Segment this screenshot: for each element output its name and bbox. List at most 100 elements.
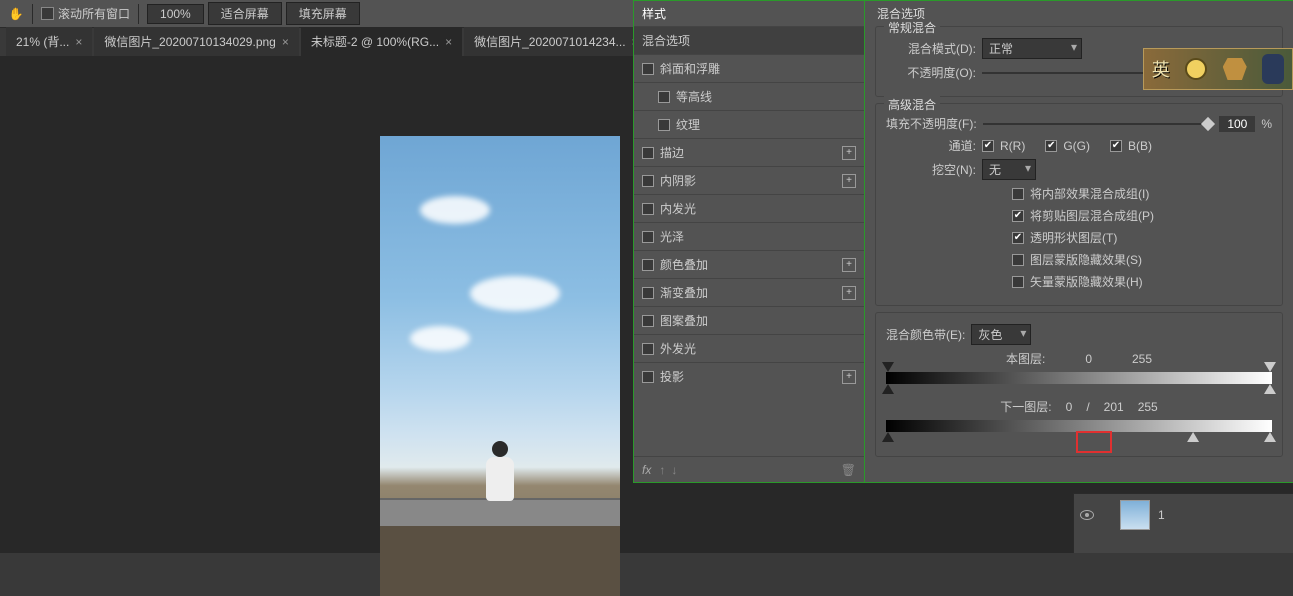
fill-opacity-label: 填充不透明度(F): [886,115,977,132]
layer-thumbnail[interactable] [1120,500,1150,530]
channel-b-checkbox[interactable] [1110,140,1122,152]
opt3-checkbox[interactable] [1012,232,1024,244]
advanced-blend-group: 高级混合 填充不透明度(F): 100 % 通道: R(R) G(G) B(B)… [875,103,1283,306]
style-bevel[interactable]: 斜面和浮雕 [634,54,864,82]
style-outer-glow[interactable]: 外发光 [634,334,864,362]
tab-label: 21% (背... [16,33,69,50]
document-image [380,136,620,596]
slash: / [1086,400,1089,414]
slider-stop[interactable] [882,432,894,442]
under-layer-label: 下一图层: [1000,398,1051,415]
style-blending-options[interactable]: 混合选项 [634,26,864,54]
visibility-icon[interactable] [1080,510,1094,520]
style-label: 描边 [660,144,684,161]
fill-opacity-slider[interactable] [983,117,1214,131]
style-gradient-overlay[interactable]: 渐变叠加+ [634,278,864,306]
zoom-level-button[interactable]: 100% [147,4,204,24]
style-label: 等高线 [676,88,712,105]
opt5-checkbox[interactable] [1012,276,1024,288]
styles-footer: fx ↑ ↓ 🗑 [634,456,864,482]
shirt-icon [1223,58,1247,80]
scroll-all-checkbox[interactable] [41,7,54,20]
blend-mode-label: 混合模式(D): [886,40,976,57]
arrow-down-icon[interactable]: ↓ [671,463,677,477]
close-icon[interactable]: × [282,35,289,49]
knockout-label: 挖空(N): [886,161,976,178]
style-label: 内发光 [660,200,696,217]
trash-icon[interactable]: 🗑 [841,463,856,477]
opt-label: 矢量蒙版隐藏效果(H) [1030,273,1143,290]
blend-if-label: 混合颜色带(E): [886,326,965,343]
tab-0[interactable]: 21% (背... × [6,27,92,56]
add-icon[interactable]: + [842,286,856,300]
overlay-text: 英 [1152,56,1170,82]
add-icon[interactable]: + [842,258,856,272]
style-inner-shadow[interactable]: 内阴影 + [634,166,864,194]
slider-stop-split[interactable] [1187,432,1199,442]
style-drop-shadow[interactable]: 投影 + [634,362,864,390]
slider-stop[interactable] [1264,432,1276,442]
fill-opacity-input[interactable]: 100 [1219,116,1255,132]
this-layer-gradient[interactable] [886,372,1272,384]
arrow-up-icon[interactable]: ↑ [659,463,665,477]
add-icon[interactable]: + [842,146,856,160]
layer-style-list: 样式 混合选项 斜面和浮雕 等高线 纹理 描边 + 内阴影 + 内发光 光泽 颜色叠… [633,0,865,483]
hand-icon[interactable]: ✋ [8,6,24,22]
moon-icon [1185,58,1207,80]
tab-1[interactable]: 微信图片_20200710134029.png × [94,27,298,56]
fx-icon[interactable]: fx [642,463,651,477]
opt4-checkbox[interactable] [1012,254,1024,266]
layer-row[interactable]: 1 [1074,494,1293,536]
slider-stop[interactable] [882,384,894,394]
style-contour[interactable]: 等高线 [634,82,864,110]
layer-name[interactable]: 1 [1158,508,1165,522]
tab-label: 微信图片_2020071014234... [474,33,625,50]
blend-mode-select[interactable]: 正常 [982,38,1082,59]
tab-2[interactable]: 未标题-2 @ 100%(RG... × [301,27,462,56]
style-label: 颜色叠加 [660,256,708,273]
style-stroke[interactable]: 描边 + [634,138,864,166]
opt-label: 将内部效果混合成组(I) [1030,185,1149,202]
this-max-value: 255 [1132,352,1152,366]
opt2-checkbox[interactable] [1012,210,1024,222]
style-label: 混合选项 [642,32,690,49]
character-icon [1262,54,1284,84]
slider-stop[interactable] [1264,362,1276,372]
knockout-select[interactable]: 无 [982,159,1036,180]
close-icon[interactable]: × [75,35,82,49]
tab-label: 未标题-2 @ 100%(RG... [311,33,439,50]
slider-stop[interactable] [882,362,894,372]
opt-label: 透明形状图层(T) [1030,229,1117,246]
under-mid-value: 201 [1104,400,1124,414]
scroll-all-label: 滚动所有窗口 [58,5,130,22]
opacity-label: 不透明度(O): [886,64,976,81]
opt-label: 将剪贴图层混合成组(P) [1030,207,1154,224]
under-min-value: 0 [1066,400,1073,414]
channels-label: 通道: [886,137,976,154]
style-pattern-overlay[interactable]: 图案叠加 [634,306,864,334]
add-icon[interactable]: + [842,174,856,188]
styles-header: 样式 [634,1,864,26]
tab-label: 微信图片_20200710134029.png [104,33,275,50]
slider-stop[interactable] [1264,384,1276,394]
style-label: 图案叠加 [660,312,708,329]
style-satin[interactable]: 光泽 [634,222,864,250]
style-label: 投影 [660,368,684,385]
style-inner-glow[interactable]: 内发光 [634,194,864,222]
fit-screen-button[interactable]: 适合屏幕 [208,2,282,25]
style-texture[interactable]: 纹理 [634,110,864,138]
channel-g-checkbox[interactable] [1045,140,1057,152]
opt1-checkbox[interactable] [1012,188,1024,200]
game-overlay: 英 [1143,48,1293,90]
blend-if-select[interactable]: 灰色 [971,324,1031,345]
tab-3[interactable]: 微信图片_2020071014234...× [464,27,648,56]
style-color-overlay[interactable]: 颜色叠加 + [634,250,864,278]
style-label: 内阴影 [660,172,696,189]
fill-screen-button[interactable]: 填充屏幕 [286,2,360,25]
channel-r-checkbox[interactable] [982,140,994,152]
add-icon[interactable]: + [842,370,856,384]
style-label: 光泽 [660,228,684,245]
close-icon[interactable]: × [445,35,452,49]
group-title: 高级混合 [884,96,940,113]
group-title: 常规混合 [884,19,940,36]
